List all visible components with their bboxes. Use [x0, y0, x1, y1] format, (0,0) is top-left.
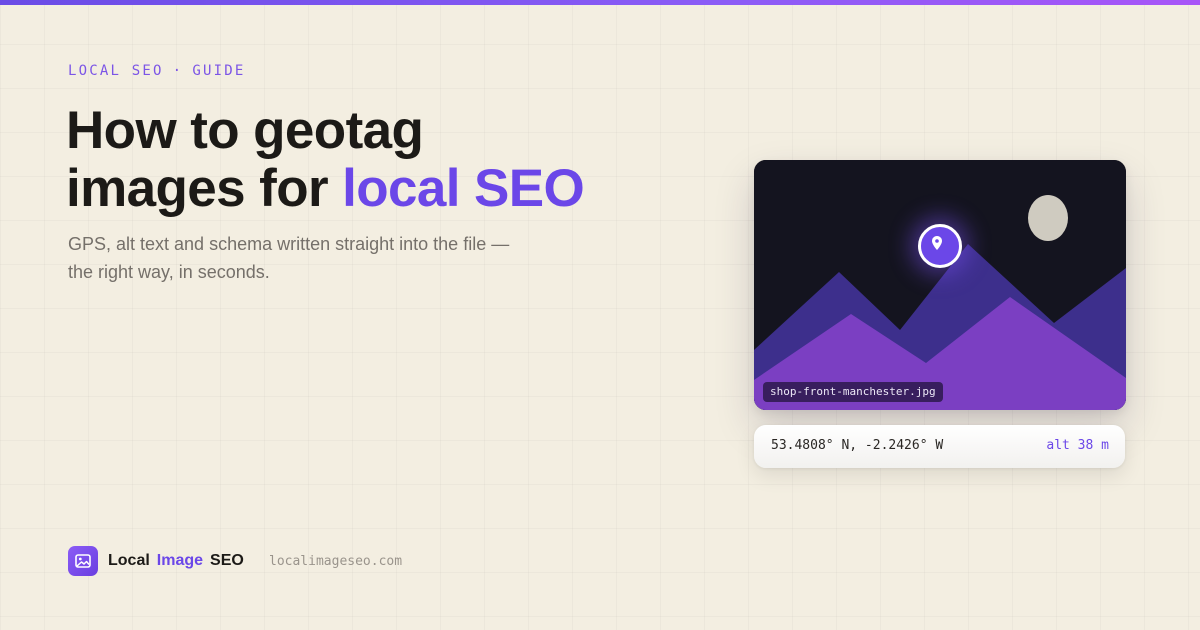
eyebrow-category: LOCAL SEO — [68, 63, 164, 79]
image-icon — [75, 554, 91, 568]
eyebrow-separator: · — [172, 63, 184, 79]
title-plain-text: images for — [66, 159, 343, 218]
top-accent-bar — [0, 0, 1200, 5]
title-line-1: How to geotag — [66, 101, 424, 160]
brand-logo — [68, 546, 98, 576]
eyebrow-label: LOCAL SEO · GUIDE — [68, 63, 245, 79]
altitude-readout: alt 38 m — [1046, 438, 1109, 453]
gps-coordinates-bar: 53.4808° N, -2.2426° W alt 38 m — [754, 425, 1125, 468]
brand-name: Local Image SEO — [108, 552, 251, 570]
lat-long-readout: 53.4808° N, -2.2426° W — [771, 438, 944, 453]
domain-label: localimageseo.com — [269, 554, 403, 569]
page-title: How to geotag images for local SEO — [66, 102, 626, 218]
brand-word-image: Image — [156, 552, 204, 569]
moon-shape — [1028, 195, 1068, 241]
location-pin — [918, 224, 962, 268]
mountain-illustration — [754, 160, 1126, 410]
title-line-2: images for local SEO — [66, 160, 626, 218]
brand-word-seo: SEO — [210, 552, 244, 569]
map-pin-icon — [932, 236, 942, 250]
brand-word-local: Local — [108, 552, 150, 569]
eyebrow-type: GUIDE — [192, 63, 246, 79]
image-preview-card — [754, 160, 1126, 410]
title-accent-text: local SEO — [342, 159, 585, 218]
subtitle: GPS, alt text and schema written straigh… — [68, 234, 510, 282]
filename-badge: shop-front-manchester.jpg — [763, 382, 943, 402]
